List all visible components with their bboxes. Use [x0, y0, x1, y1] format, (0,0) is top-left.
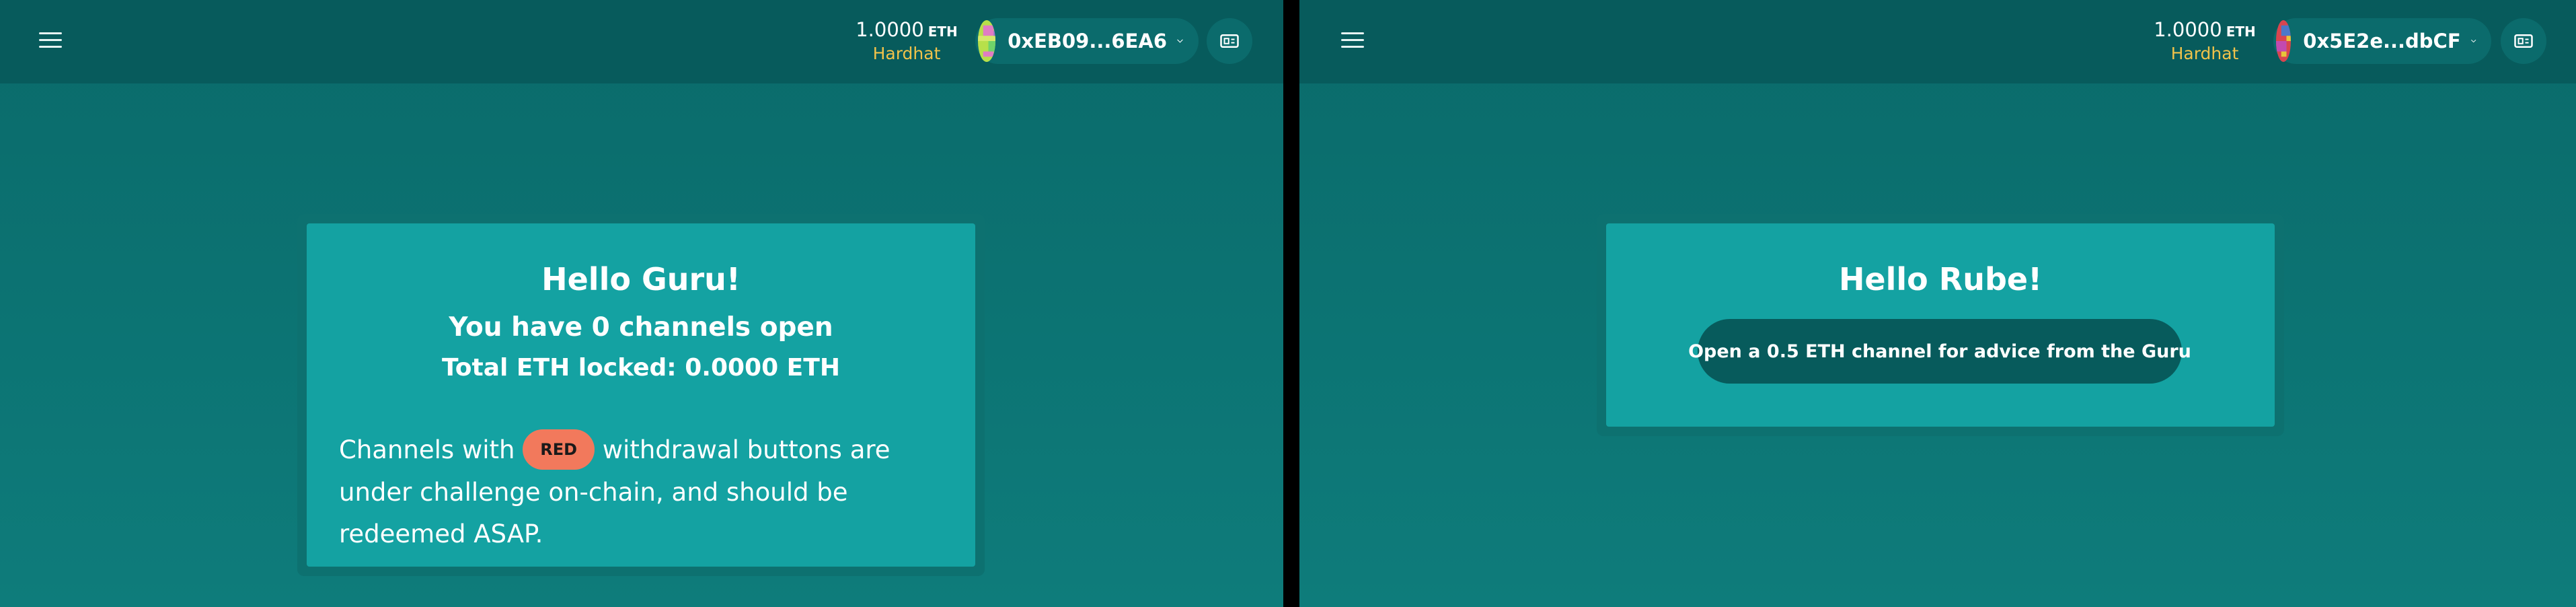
balance-unit: ETH: [2226, 24, 2256, 40]
balance-amount: 1.0000: [856, 18, 924, 41]
guru-card: Hello Guru! You have 0 channels open Tot…: [307, 223, 975, 567]
qr-code-button[interactable]: [2501, 18, 2546, 64]
network-label: Hardhat: [2170, 44, 2239, 63]
qr-code-button[interactable]: [1207, 18, 1252, 64]
note-text-before: Channels with: [339, 435, 515, 464]
rube-pane: 1.0000 ETH Hardhat 0x5E2e...dbCF Hello R…: [1299, 0, 2576, 607]
qr-code-icon: [2514, 34, 2533, 48]
top-header: 1.0000 ETH Hardhat 0xEB09...6EA6: [0, 0, 1283, 83]
balance-amount: 1.0000: [2154, 18, 2222, 41]
total-locked-text: Total ETH locked: 0.0000 ETH: [442, 354, 840, 382]
challenge-note: Channels with RED withdrawal buttons are…: [339, 429, 948, 555]
red-badge: RED: [523, 429, 595, 470]
rube-card: Hello Rube! Open a 0.5 ETH channel for a…: [1606, 223, 2275, 427]
open-channel-button[interactable]: Open a 0.5 ETH channel for advice from t…: [1688, 319, 2191, 384]
guru-card-container: Hello Guru! You have 0 channels open Tot…: [297, 214, 985, 576]
rube-card-container: Hello Rube! Open a 0.5 ETH channel for a…: [1597, 214, 2284, 436]
guru-pane: 1.0000 ETH Hardhat 0xEB09...6EA6 Hello G…: [0, 0, 1283, 607]
account-address: 0x5E2e...dbCF: [2303, 30, 2461, 52]
network-label: Hardhat: [872, 44, 941, 63]
account-button[interactable]: 0xEB09...6EA6: [975, 18, 1199, 64]
greeting-heading: Hello Guru!: [541, 261, 741, 297]
balance-display: 1.0000 ETH Hardhat: [2151, 17, 2259, 64]
balance-unit: ETH: [927, 24, 958, 40]
greeting-heading: Hello Rube!: [1838, 261, 2043, 297]
menu-icon[interactable]: [1340, 27, 1367, 54]
blockie-avatar: [978, 20, 996, 62]
qr-code-icon: [1220, 34, 1239, 48]
chevron-down-icon: [2470, 39, 2476, 43]
account-button[interactable]: 0x5E2e...dbCF: [2273, 18, 2491, 64]
balance-display: 1.0000 ETH Hardhat: [853, 17, 960, 64]
channels-open-text: You have 0 channels open: [449, 312, 833, 343]
menu-icon[interactable]: [38, 27, 65, 54]
top-header: 1.0000 ETH Hardhat 0x5E2e...dbCF: [1299, 0, 2576, 83]
chevron-down-icon: [1177, 39, 1183, 43]
account-address: 0xEB09...6EA6: [1008, 30, 1168, 52]
blockie-avatar: [2276, 20, 2291, 62]
